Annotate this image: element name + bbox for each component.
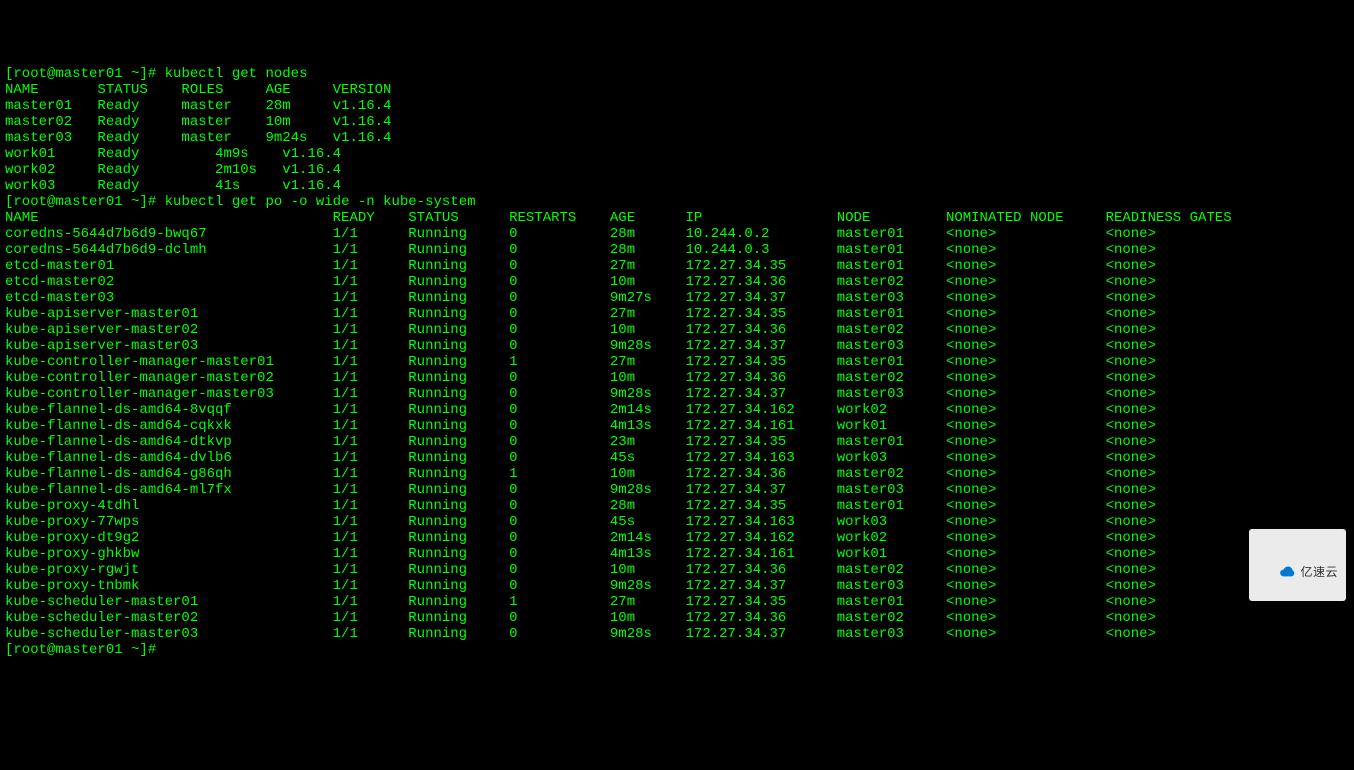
- prompt-line[interactable]: [root@master01 ~]#: [5, 642, 1349, 658]
- pod-row: kube-apiserver-master03 1/1 Running 0 9m…: [5, 338, 1349, 354]
- node-row: master03 Ready master 9m24s v1.16.4: [5, 130, 1349, 146]
- pod-row: coredns-5644d7b6d9-bwq67 1/1 Running 0 2…: [5, 226, 1349, 242]
- pod-row: kube-proxy-ghkbw 1/1 Running 0 4m13s 172…: [5, 546, 1349, 562]
- pod-row: kube-controller-manager-master01 1/1 Run…: [5, 354, 1349, 370]
- cloud-icon: [1265, 549, 1296, 597]
- pod-row: kube-controller-manager-master02 1/1 Run…: [5, 370, 1349, 386]
- node-row: master02 Ready master 10m v1.16.4: [5, 114, 1349, 130]
- shell-prompt: [root@master01 ~]#: [5, 642, 165, 658]
- pod-row: etcd-master01 1/1 Running 0 27m 172.27.3…: [5, 258, 1349, 274]
- prompt-line: [root@master01 ~]# kubectl get nodes: [5, 66, 1349, 82]
- shell-prompt: [root@master01 ~]#: [5, 194, 165, 210]
- pod-row: kube-flannel-ds-amd64-ml7fx 1/1 Running …: [5, 482, 1349, 498]
- pod-row: kube-controller-manager-master03 1/1 Run…: [5, 386, 1349, 402]
- pod-row: kube-flannel-ds-amd64-dvlb6 1/1 Running …: [5, 450, 1349, 466]
- pod-row: kube-proxy-dt9g2 1/1 Running 0 2m14s 172…: [5, 530, 1349, 546]
- pod-row: kube-scheduler-master02 1/1 Running 0 10…: [5, 610, 1349, 626]
- terminal-output[interactable]: [root@master01 ~]# kubectl get nodesNAME…: [5, 66, 1349, 658]
- nodes-header: NAME STATUS ROLES AGE VERSION: [5, 82, 1349, 98]
- command-text: kubectl get po -o wide -n kube-system: [165, 194, 476, 210]
- watermark-badge: 亿速云: [1249, 529, 1346, 601]
- pod-row: kube-flannel-ds-amd64-8vqqf 1/1 Running …: [5, 402, 1349, 418]
- node-row: work02 Ready 2m10s v1.16.4: [5, 162, 1349, 178]
- prompt-line: [root@master01 ~]# kubectl get po -o wid…: [5, 194, 1349, 210]
- pod-row: kube-proxy-4tdhl 1/1 Running 0 28m 172.2…: [5, 498, 1349, 514]
- pod-row: kube-scheduler-master03 1/1 Running 0 9m…: [5, 626, 1349, 642]
- pod-row: etcd-master02 1/1 Running 0 10m 172.27.3…: [5, 274, 1349, 290]
- watermark-text: 亿速云: [1300, 565, 1338, 579]
- pod-row: kube-flannel-ds-amd64-cqkxk 1/1 Running …: [5, 418, 1349, 434]
- node-row: work03 Ready 41s v1.16.4: [5, 178, 1349, 194]
- pod-row: etcd-master03 1/1 Running 0 9m27s 172.27…: [5, 290, 1349, 306]
- pod-row: kube-proxy-77wps 1/1 Running 0 45s 172.2…: [5, 514, 1349, 530]
- pod-row: coredns-5644d7b6d9-dclmh 1/1 Running 0 2…: [5, 242, 1349, 258]
- pod-row: kube-apiserver-master02 1/1 Running 0 10…: [5, 322, 1349, 338]
- command-text: kubectl get nodes: [165, 66, 308, 82]
- node-row: work01 Ready 4m9s v1.16.4: [5, 146, 1349, 162]
- node-row: master01 Ready master 28m v1.16.4: [5, 98, 1349, 114]
- shell-prompt: [root@master01 ~]#: [5, 66, 165, 82]
- pod-row: kube-flannel-ds-amd64-dtkvp 1/1 Running …: [5, 434, 1349, 450]
- pod-row: kube-scheduler-master01 1/1 Running 1 27…: [5, 594, 1349, 610]
- pod-row: kube-proxy-tnbmk 1/1 Running 0 9m28s 172…: [5, 578, 1349, 594]
- pod-row: kube-apiserver-master01 1/1 Running 0 27…: [5, 306, 1349, 322]
- pod-row: kube-flannel-ds-amd64-g86qh 1/1 Running …: [5, 466, 1349, 482]
- pods-header: NAME READY STATUS RESTARTS AGE IP NODE N…: [5, 210, 1349, 226]
- pod-row: kube-proxy-rgwjt 1/1 Running 0 10m 172.2…: [5, 562, 1349, 578]
